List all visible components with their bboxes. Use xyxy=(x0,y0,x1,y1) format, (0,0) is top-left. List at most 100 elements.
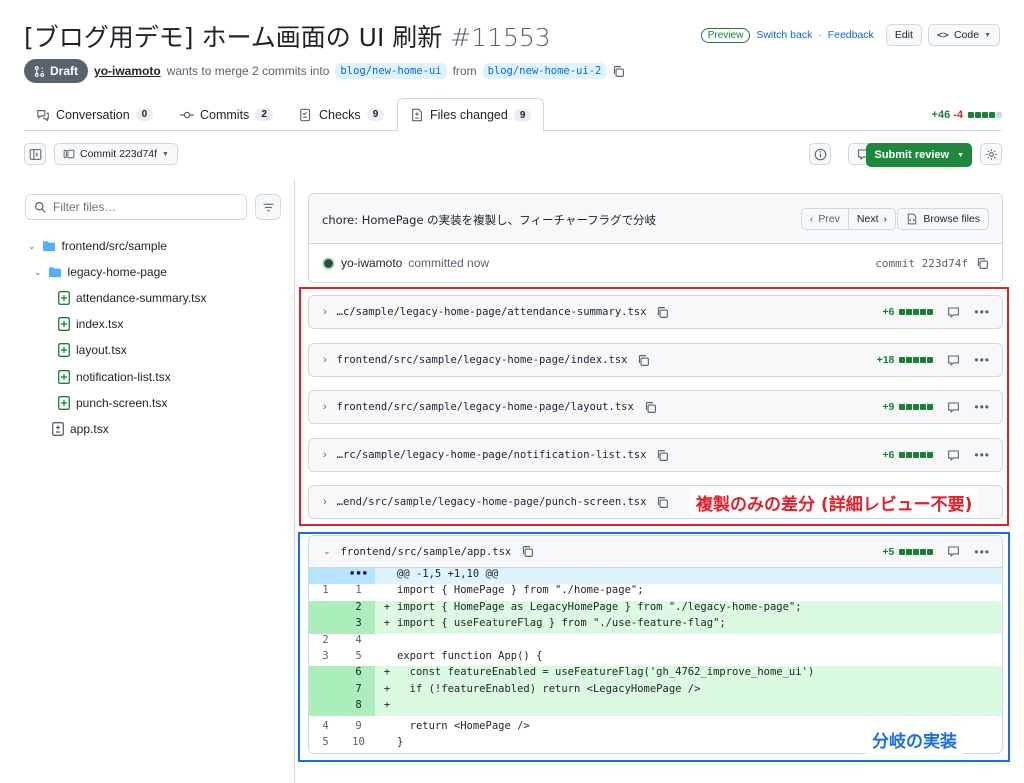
page-title: [ブログ用デモ] ホーム画面の UI 刷新 #11553 xyxy=(24,18,551,54)
commit-info-box: chore: HomePage の実装を複製し、フィーチャーフラグで分岐 ‹ P… xyxy=(308,193,1003,283)
tree-folder-legacy-home-page[interactable]: ⌄ legacy-home-page xyxy=(34,262,167,282)
tab-checks[interactable]: Checks 9 xyxy=(287,98,396,131)
search-icon xyxy=(35,201,46,213)
tree-file-punch-screen[interactable]: punch-screen.tsx xyxy=(58,393,167,413)
submit-review-label: Submit review xyxy=(874,149,950,161)
tab-label: Checks xyxy=(319,107,361,122)
copy-icon[interactable] xyxy=(976,257,989,270)
toggle-file-tree-button[interactable] xyxy=(24,143,46,165)
commit-author[interactable]: yo-iwamoto xyxy=(341,256,402,270)
tab-files-changed[interactable]: Files changed 9 xyxy=(397,98,545,132)
file-added-icon xyxy=(58,370,70,384)
prev-label: Prev xyxy=(818,213,840,225)
preview-badge: Preview xyxy=(700,27,751,43)
tab-count: 2 xyxy=(255,108,273,121)
annotation-label-blue: 分岐の実装 xyxy=(866,725,963,754)
filter-options-button[interactable] xyxy=(255,194,281,220)
tree-folder-frontend-src-sample[interactable]: ⌄ frontend/src/sample xyxy=(28,236,167,256)
info-button[interactable] xyxy=(809,143,831,165)
additions-count: +46 xyxy=(931,109,951,121)
folder-icon xyxy=(42,241,55,252)
tree-file-index[interactable]: index.tsx xyxy=(58,314,123,334)
gear-icon xyxy=(985,148,997,160)
chevron-down-icon: ⌄ xyxy=(28,240,36,251)
commit-nav: ‹ Prev Next › xyxy=(800,208,896,230)
browse-files-button[interactable]: Browse files xyxy=(897,208,989,230)
file-modified-icon xyxy=(52,422,64,436)
head-branch[interactable]: blog/new-home-ui-2 xyxy=(482,63,607,79)
tree-file-app[interactable]: app.tsx xyxy=(52,419,109,439)
tree-file-attendance-summary[interactable]: attendance-summary.tsx xyxy=(58,288,207,308)
tree-item-label: legacy-home-page xyxy=(67,265,167,279)
filter-files-field[interactable] xyxy=(25,194,247,220)
avatar[interactable] xyxy=(322,256,335,270)
filter-files-input[interactable] xyxy=(53,200,223,214)
edit-button[interactable]: Edit xyxy=(885,24,922,46)
next-label: Next xyxy=(856,213,879,225)
tab-count: 9 xyxy=(513,108,532,122)
tree-item-label: notification-list.tsx xyxy=(76,370,171,384)
tree-file-layout[interactable]: layout.tsx xyxy=(58,340,127,360)
tree-item-label: app.tsx xyxy=(70,422,109,436)
author-link[interactable]: yo-iwamoto xyxy=(94,64,161,78)
commit-range-icon xyxy=(63,149,75,159)
triangle-down-icon: ▼ xyxy=(984,31,991,39)
commit-meta: yo-iwamoto committed now commit 223d74f xyxy=(322,256,989,270)
committed-text: committed now xyxy=(408,256,490,270)
tab-commits[interactable]: Commits 2 xyxy=(168,98,285,131)
pr-title: [ブログ用デモ] ホーム画面の UI 刷新 xyxy=(24,23,443,52)
file-code-icon xyxy=(908,213,917,225)
tree-item-label: frontend/src/sample xyxy=(61,239,167,253)
browse-files-label: Browse files xyxy=(923,213,980,225)
file-tree-sidebar: ⌄ frontend/src/sample ⌄ legacy-home-page… xyxy=(24,180,294,783)
header-actions: Preview Switch back · Feedback Edit <> C… xyxy=(700,24,1000,46)
file-added-icon xyxy=(58,291,70,305)
code-button-label: Code xyxy=(953,29,980,41)
code-icon: <> xyxy=(936,29,949,41)
tab-label: Files changed xyxy=(430,108,508,122)
tab-count: 0 xyxy=(135,108,154,121)
link-separator: · xyxy=(818,29,822,41)
file-diff-icon xyxy=(412,108,422,122)
sidebar-expand-icon xyxy=(29,148,41,160)
switch-back-link[interactable]: Switch back xyxy=(756,29,812,41)
from-text: from xyxy=(452,64,477,78)
commit-header: chore: HomePage の実装を複製し、フィーチャーフラグで分岐 ‹ P… xyxy=(309,194,1002,244)
submit-review-button[interactable]: Submit review ▼ xyxy=(866,143,972,167)
comment-discussion-icon xyxy=(37,109,49,121)
files-toolbar: Commit 223d74f ▼ 0 Submit review ▼ xyxy=(24,143,1002,167)
chevron-right-icon: › xyxy=(883,213,888,225)
file-added-icon xyxy=(58,396,70,410)
commit-icon xyxy=(180,111,194,118)
tree-item-label: attendance-summary.tsx xyxy=(76,291,207,305)
checklist-icon xyxy=(300,108,311,121)
draft-badge: Draft xyxy=(24,59,89,83)
merge-text: wants to merge 2 commits into xyxy=(166,64,330,78)
triangle-down-icon: ▼ xyxy=(162,150,169,158)
deletions-count: -4 xyxy=(953,109,963,121)
tree-item-label: punch-screen.tsx xyxy=(76,396,168,410)
pr-tabs: Conversation 0 Commits 2 Checks 9 Files … xyxy=(24,98,1002,132)
commit-selector[interactable]: Commit 223d74f ▼ xyxy=(54,143,178,165)
commit-hash: commit 223d74f xyxy=(875,257,989,270)
next-commit-button[interactable]: Next › xyxy=(848,208,896,230)
base-branch[interactable]: blog/new-home-ui xyxy=(335,63,447,79)
prev-commit-button[interactable]: ‹ Prev xyxy=(800,208,849,230)
settings-button[interactable] xyxy=(980,143,1002,165)
feedback-link[interactable]: Feedback xyxy=(828,29,874,41)
sidebar-divider xyxy=(294,180,295,783)
file-added-icon xyxy=(58,343,70,357)
draft-icon xyxy=(34,65,45,77)
annotation-label-red: 複製のみの差分 (詳細レビュー不要) xyxy=(690,488,979,517)
tab-conversation[interactable]: Conversation 0 xyxy=(24,98,165,131)
diffstat-blocks xyxy=(968,112,1002,118)
chevron-down-icon: ⌄ xyxy=(34,266,42,277)
pr-number: #11553 xyxy=(450,23,551,52)
tree-file-notification-list[interactable]: notification-list.tsx xyxy=(58,367,171,387)
copy-icon[interactable] xyxy=(612,65,625,78)
filter-icon xyxy=(263,203,273,211)
code-button[interactable]: <> Code ▼ xyxy=(927,24,1000,46)
tab-label: Conversation xyxy=(56,107,130,122)
tab-count: 9 xyxy=(366,108,385,121)
triangle-down-icon: ▼ xyxy=(957,151,964,159)
